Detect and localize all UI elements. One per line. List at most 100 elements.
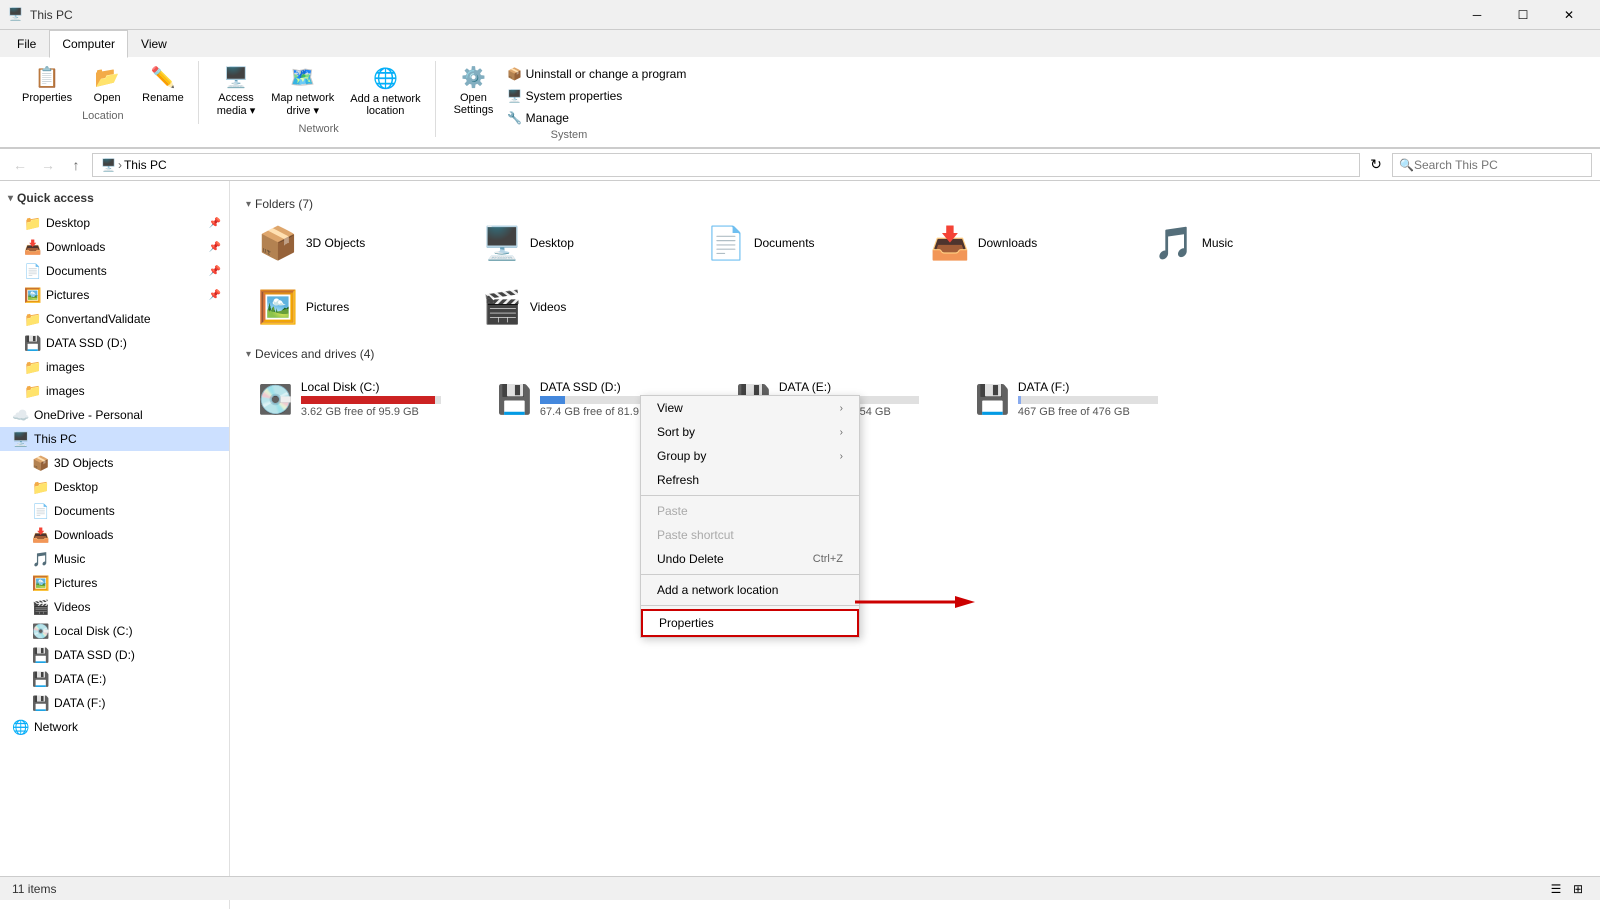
ribbon-group-location: 📋 Properties 📂 Open ✏️ Rename Location (8, 61, 199, 124)
ribbon-item-manage[interactable]: 🔧 Manage (503, 109, 690, 127)
back-button[interactable]: ← (8, 153, 32, 177)
folder-item-desktop[interactable]: 🖥️ Desktop (470, 219, 690, 267)
ribbon-item-sys-properties[interactable]: 🖥️ System properties (503, 87, 690, 105)
ctx-item-refresh[interactable]: Refresh (641, 468, 859, 492)
ribbon-group-system: ⚙️ OpenSettings 📦 Uninstall or change a … (440, 61, 699, 143)
forward-button[interactable]: → (36, 153, 60, 177)
convertandvalidate-icon: 📁 (24, 311, 40, 327)
sidebar-item-videos[interactable]: 🎬 Videos (0, 595, 229, 619)
quick-access-label: Quick access (17, 191, 94, 205)
sidebar-item-data-f[interactable]: 💾 DATA (F:) (0, 691, 229, 715)
folders-grid-row2: 🖼️ Pictures 🎬 Videos (246, 283, 1584, 331)
folder-item-downloads[interactable]: 📥 Downloads (918, 219, 1138, 267)
sidebar-item-desktop-pc[interactable]: 📁 Desktop (0, 475, 229, 499)
folder-item-documents[interactable]: 📄 Documents (694, 219, 914, 267)
map-network-icon: 🗺️ (290, 65, 315, 90)
system-small-items: 📦 Uninstall or change a program 🖥️ Syste… (503, 61, 690, 127)
view-btn-details[interactable]: ☰ (1546, 879, 1566, 899)
system-group-label: System (448, 127, 691, 141)
images2-icon: 📁 (24, 383, 40, 399)
sidebar-item-data-ssd-d-qa[interactable]: 💾 DATA SSD (D:) (0, 331, 229, 355)
tab-computer[interactable]: Computer (49, 30, 128, 58)
drives-toggle[interactable]: ▾ (246, 349, 251, 360)
folder-documents-icon: 📄 (706, 224, 746, 262)
sidebar-item-network[interactable]: 🌐 Network (0, 715, 229, 739)
ribbon-tabs: File Computer View (0, 30, 1600, 57)
sidebar: ▾ Quick access 📁 Desktop 📌 📥 Downloads 📌… (0, 181, 230, 909)
ribbon-item-add-network-loc[interactable]: 🌐 Add a networklocation (344, 62, 426, 121)
sidebar-item-documents-qa[interactable]: 📄 Documents 📌 (0, 259, 229, 283)
sidebar-item-data-ssd-d-sidebar[interactable]: 💾 DATA SSD (D:) (0, 643, 229, 667)
search-icon: 🔍 (1399, 158, 1414, 172)
view-btn-tiles[interactable]: ⊞ (1568, 879, 1588, 899)
sidebar-item-desktop-qa[interactable]: 📁 Desktop 📌 (0, 211, 229, 235)
ctx-item-add-network-location[interactable]: Add a network location (641, 578, 859, 602)
folder-item-videos[interactable]: 🎬 Videos (470, 283, 690, 331)
sidebar-item-local-disk-c[interactable]: 💽 Local Disk (C:) (0, 619, 229, 643)
folder-item-music[interactable]: 🎵 Music (1142, 219, 1362, 267)
up-button[interactable]: ↑ (64, 153, 88, 177)
ctx-item-group-by[interactable]: Group by › (641, 444, 859, 468)
drive-local-c-icon: 💽 (258, 383, 293, 416)
data-f-icon: 💾 (32, 695, 48, 711)
ribbon-items-system: ⚙️ OpenSettings 📦 Uninstall or change a … (448, 61, 691, 127)
sidebar-item-pictures-qa[interactable]: 🖼️ Pictures 📌 (0, 283, 229, 307)
open-settings-icon: ⚙️ (461, 65, 486, 90)
sidebar-item-images1[interactable]: 📁 images (0, 355, 229, 379)
pin-icon-downloads: 📌 (209, 242, 221, 253)
ctx-separator-3 (641, 605, 859, 606)
ribbon-item-uninstall[interactable]: 📦 Uninstall or change a program (503, 65, 690, 83)
folder-item-pictures[interactable]: 🖼️ Pictures (246, 283, 466, 331)
path-chevron: › (118, 158, 122, 172)
sidebar-item-documents-pc[interactable]: 📄 Documents (0, 499, 229, 523)
drive-item-data-f[interactable]: 💾 DATA (F:) 467 GB free of 476 GB (963, 369, 1198, 429)
desktop-pc-label: Desktop (54, 480, 221, 494)
ctx-add-network-label: Add a network location (657, 583, 778, 597)
sidebar-item-downloads-qa[interactable]: 📥 Downloads 📌 (0, 235, 229, 259)
minimize-button[interactable]: ─ (1454, 0, 1500, 30)
sidebar-item-downloads-pc[interactable]: 📥 Downloads (0, 523, 229, 547)
this-pc-label: This PC (34, 432, 221, 446)
ctx-item-view[interactable]: View › (641, 396, 859, 420)
folders-section-header: ▾ Folders (7) (246, 197, 1584, 211)
sidebar-item-pictures-pc[interactable]: 🖼️ Pictures (0, 571, 229, 595)
ctx-view-label: View (657, 401, 683, 415)
ribbon-item-open[interactable]: 📂 Open (82, 61, 132, 108)
tab-file[interactable]: File (4, 30, 49, 57)
app-icon: 🖥️ (8, 7, 24, 23)
ribbon-item-map-network[interactable]: 🗺️ Map networkdrive ▾ (265, 61, 340, 121)
ctx-item-sort-by[interactable]: Sort by › (641, 420, 859, 444)
sidebar-item-data-e[interactable]: 💾 DATA (E:) (0, 667, 229, 691)
folders-toggle[interactable]: ▾ (246, 199, 251, 210)
sidebar-item-3d-objects[interactable]: 📦 3D Objects (0, 451, 229, 475)
path-icon: 🖥️ (101, 158, 116, 172)
sidebar-item-this-pc[interactable]: 🖥️ This PC (0, 427, 229, 451)
ctx-sort-by-label: Sort by (657, 425, 695, 439)
documents-qa-label: Documents (46, 264, 209, 278)
drive-item-local-c[interactable]: 💽 Local Disk (C:) 3.62 GB free of 95.9 G… (246, 369, 481, 429)
search-input[interactable] (1414, 158, 1585, 172)
maximize-button[interactable]: ☐ (1500, 0, 1546, 30)
refresh-button[interactable]: ↻ (1364, 153, 1388, 177)
address-path[interactable]: 🖥️ › This PC (92, 153, 1360, 177)
sidebar-item-convertandvalidate[interactable]: 📁 ConvertandValidate (0, 307, 229, 331)
sidebar-group-quick-access[interactable]: ▾ Quick access (0, 185, 229, 211)
desktop-qa-label: Desktop (46, 216, 209, 230)
ribbon-item-open-settings[interactable]: ⚙️ OpenSettings (448, 61, 500, 120)
tab-view[interactable]: View (128, 30, 180, 57)
ctx-item-properties[interactable]: Properties (641, 609, 859, 637)
data-ssd-d-qa-icon: 💾 (24, 335, 40, 351)
ribbon-item-properties[interactable]: 📋 Properties (16, 61, 78, 108)
ribbon-item-rename[interactable]: ✏️ Rename (136, 61, 190, 108)
title-bar-left: 🖥️ This PC (8, 7, 73, 23)
pictures-qa-icon: 🖼️ (24, 287, 40, 303)
folder-item-3d-objects[interactable]: 📦 3D Objects (246, 219, 466, 267)
ribbon: File Computer View 📋 Properties 📂 Open ✏… (0, 30, 1600, 149)
ribbon-item-access-media[interactable]: 🖥️ Accessmedia ▾ (211, 61, 262, 121)
close-button[interactable]: ✕ (1546, 0, 1592, 30)
sidebar-item-music[interactable]: 🎵 Music (0, 547, 229, 571)
sidebar-item-images2[interactable]: 📁 images (0, 379, 229, 403)
ctx-item-undo-delete[interactable]: Undo Delete Ctrl+Z (641, 547, 859, 571)
downloads-qa-label: Downloads (46, 240, 209, 254)
sidebar-item-onedrive[interactable]: ☁️ OneDrive - Personal (0, 403, 229, 427)
